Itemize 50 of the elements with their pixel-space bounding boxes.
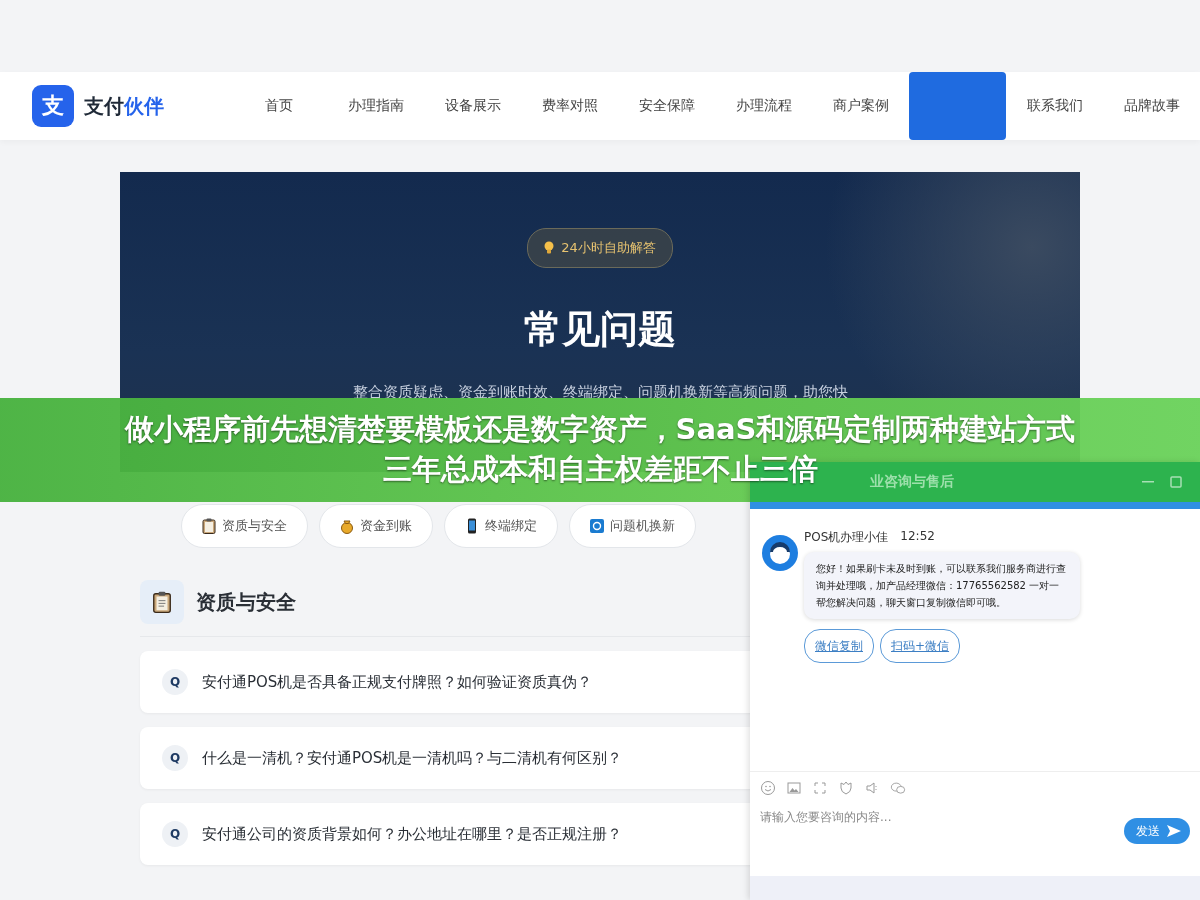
chat-title: 业咨询与售后 [870,473,954,491]
brand-name: 支付伙伴 [84,92,164,120]
category-pill[interactable]: 资质与安全 [181,504,308,548]
agent-name: POS机办理小佳 [804,529,889,546]
question-marker: Q [162,669,188,695]
banner-headline: 三年总成本和自主权差距不止三倍 [382,451,818,488]
send-icon [1166,824,1182,838]
question-text: 安付通POS机是否具备正规支付牌照？如何验证资质真伪？ [202,672,593,692]
clipboard-icon [152,591,172,613]
shield-icon[interactable] [838,780,854,796]
nav-link[interactable]: 品牌故事 [1103,72,1200,140]
frame-icon[interactable] [812,780,828,796]
quick-reply-link[interactable]: 扫码+微信 [880,629,961,663]
maximize-icon[interactable] [1170,476,1182,488]
category-pill[interactable]: 终端绑定 [444,504,558,548]
nav-link[interactable]: 首页 [230,72,327,140]
category-pill[interactable]: 资金到账 [319,504,433,548]
nav-link[interactable]: 联系我们 [1006,72,1103,140]
lightbulb-icon [544,241,555,255]
message-time: 12:52 [900,529,935,545]
nav-link[interactable]: 设备展示 [424,72,521,140]
nav-link[interactable]: 安全保障 [618,72,715,140]
quick-reply-link[interactable]: 微信复制 [804,629,874,663]
question-marker: Q [162,745,188,771]
message-bubble: 您好！如果刷卡未及时到账，可以联系我们服务商进行查询并处理哦，加产品经理微信：17765562582 一对一帮您解决问题，聊天窗口复制微信即可哦。 [804,552,1080,619]
question-text: 安付通公司的资质背景如何？办公地址在哪里？是否正规注册？ [202,824,622,844]
badge-text: 24小时自助解答 [561,239,656,257]
speaker-icon[interactable] [864,780,880,796]
minimize-icon[interactable] [1142,481,1154,483]
page-title: 常见问题 [524,306,676,353]
banner-headline: 做小程序前先想清楚要模板还是数字资产，SaaS和源码定制两种建站方式 [124,411,1076,448]
agent-avatar [762,535,798,571]
nav-link[interactable]: 商户案例 [812,72,909,140]
category-pill[interactable]: 问题机换新 [569,504,696,548]
chat-bubbles-icon[interactable] [890,780,906,796]
message-input[interactable]: 请输入您要咨询的内容... [760,808,1060,826]
logo-mark: 支 [32,85,74,127]
hero-subtitle: 整合资质疑虑、资金到账时效、终端绑定、问题机换新等高频问题，助您快 [352,383,848,402]
phone-icon [465,518,479,534]
nav-link[interactable]: 费率对照 [521,72,618,140]
smiley-icon[interactable] [760,780,776,796]
section-title: 资质与安全 [196,588,296,616]
nav-link[interactable]: 办理流程 [715,72,812,140]
nav-link[interactable]: 办理指南 [327,72,424,140]
money-bag-icon [340,518,354,534]
question-marker: Q [162,821,188,847]
clipboard-icon [202,518,216,534]
image-icon[interactable] [786,780,802,796]
question-text: 什么是一清机？安付通POS机是一清机吗？与二清机有何区别？ [202,748,623,768]
refresh-icon [590,518,604,534]
